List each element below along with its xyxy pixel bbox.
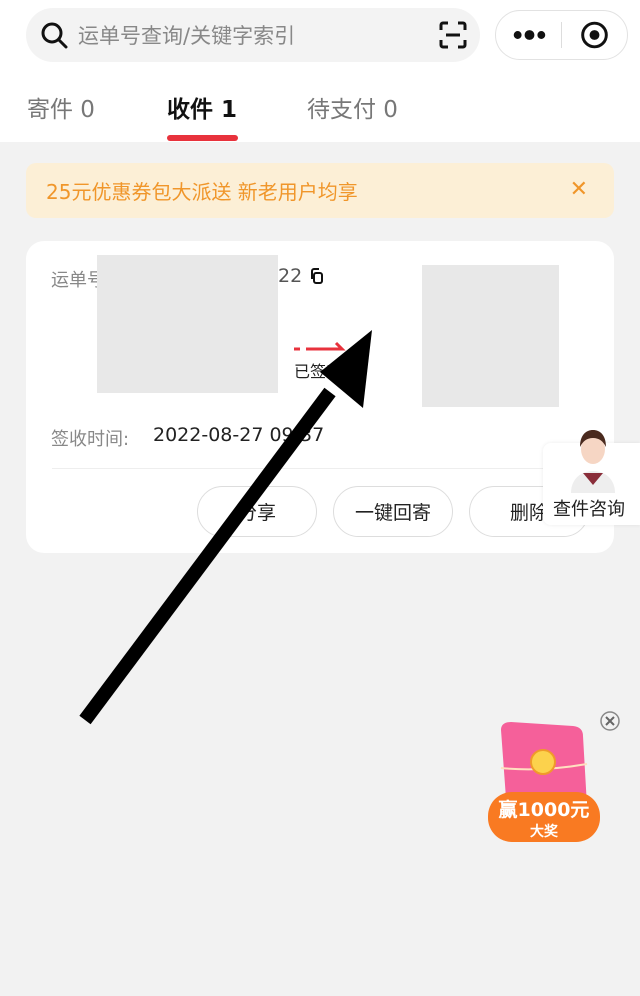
annotation-arrow bbox=[79, 330, 372, 725]
